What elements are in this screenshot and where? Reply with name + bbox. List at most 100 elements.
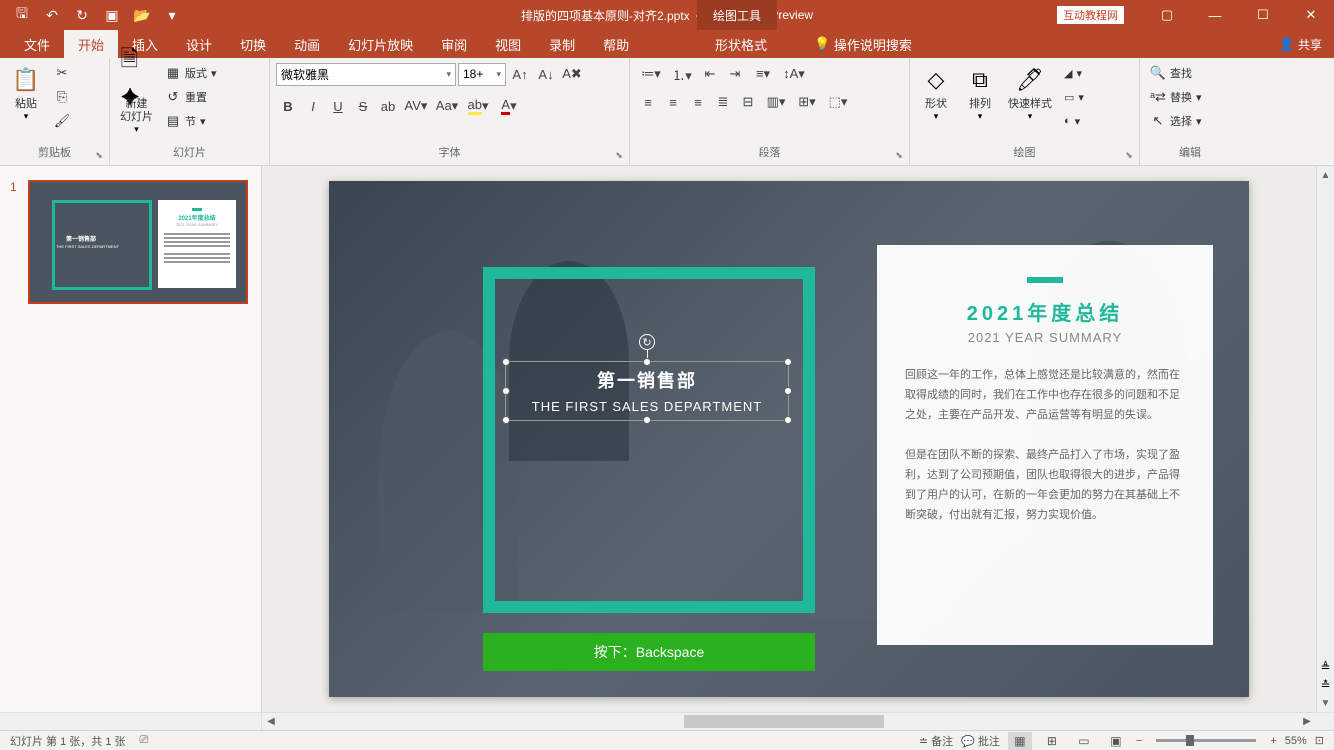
- tab-format[interactable]: 形状格式: [697, 30, 785, 58]
- scroll-left-icon[interactable]: ◀: [262, 713, 280, 730]
- tab-transitions[interactable]: 切换: [226, 30, 280, 58]
- cut-button[interactable]: ✂: [50, 62, 74, 84]
- columns-button[interactable]: ▥▾: [761, 90, 791, 114]
- align-right-icon[interactable]: ≡: [686, 90, 710, 114]
- prev-slide-icon[interactable]: ≜: [1317, 658, 1334, 676]
- scroll-right-icon[interactable]: ▶: [1298, 713, 1316, 730]
- share-button[interactable]: 👤 共享: [1279, 36, 1322, 53]
- next-slide-icon[interactable]: ≛: [1317, 676, 1334, 694]
- align-center-icon[interactable]: ≡: [661, 90, 685, 114]
- smartart-button[interactable]: ⬚▾: [823, 90, 853, 114]
- scroll-up-icon[interactable]: ▲: [1317, 166, 1334, 184]
- change-case-button[interactable]: Aa▾: [432, 94, 462, 118]
- reading-view-icon[interactable]: ▭: [1072, 732, 1096, 750]
- increase-font-icon[interactable]: A↑: [508, 62, 532, 86]
- redo-icon[interactable]: ↻: [68, 3, 96, 27]
- font-size-combo[interactable]: 18+▾: [458, 63, 506, 86]
- format-painter-button[interactable]: 🖌: [50, 110, 74, 132]
- decrease-font-icon[interactable]: A↓: [534, 62, 558, 86]
- sorter-view-icon[interactable]: ⊞: [1040, 732, 1064, 750]
- resize-handle[interactable]: [784, 387, 792, 395]
- align-text-button[interactable]: ⊞▾: [792, 90, 822, 114]
- resize-handle[interactable]: [643, 358, 651, 366]
- replace-button[interactable]: ᵃ⇄替换 ▾: [1146, 86, 1234, 108]
- reset-button[interactable]: ↺重置: [161, 86, 221, 108]
- green-frame-shape[interactable]: [483, 267, 815, 613]
- undo-icon[interactable]: ↶: [38, 3, 66, 27]
- line-spacing-button[interactable]: ≡▾: [748, 62, 778, 86]
- shadow-button[interactable]: ab: [376, 94, 400, 118]
- tab-help[interactable]: 帮助: [589, 30, 643, 58]
- resize-handle[interactable]: [502, 416, 510, 424]
- bold-button[interactable]: B: [276, 94, 300, 118]
- justify-icon[interactable]: ≣: [711, 90, 735, 114]
- tab-review[interactable]: 审阅: [427, 30, 481, 58]
- section-button[interactable]: ▤节 ▾: [161, 110, 221, 132]
- clear-formatting-icon[interactable]: A✖: [560, 62, 584, 86]
- save-icon[interactable]: 🖫: [8, 3, 36, 27]
- resize-handle[interactable]: [643, 416, 651, 424]
- horizontal-scrollbar[interactable]: ◀ ▶: [262, 713, 1316, 730]
- slideshow-view-icon[interactable]: ▣: [1104, 732, 1128, 750]
- paragraph-launcher-icon[interactable]: ⬊: [892, 148, 906, 162]
- close-icon[interactable]: ✕: [1288, 0, 1334, 30]
- char-spacing-button[interactable]: AV▾: [401, 94, 431, 118]
- shape-fill-button[interactable]: ◢▾: [1060, 62, 1088, 84]
- paste-button[interactable]: 📋 粘贴 ▾: [6, 62, 46, 144]
- tab-file[interactable]: 文件: [10, 30, 64, 58]
- drawing-launcher-icon[interactable]: ⬊: [1122, 148, 1136, 162]
- tab-record[interactable]: 录制: [535, 30, 589, 58]
- notes-button[interactable]: ≐ 备注: [919, 733, 953, 749]
- spellcheck-icon[interactable]: ⎚: [140, 734, 149, 747]
- resize-handle[interactable]: [784, 416, 792, 424]
- zoom-level[interactable]: 55%: [1285, 735, 1307, 747]
- selection-box[interactable]: ↻: [505, 361, 789, 421]
- resize-handle[interactable]: [502, 358, 510, 366]
- decrease-indent-icon[interactable]: ⇤: [698, 62, 722, 86]
- quick-styles-button[interactable]: 🖊快速样式▾: [1004, 62, 1056, 144]
- highlight-button[interactable]: ab▾: [463, 94, 493, 118]
- zoom-in-button[interactable]: +: [1270, 735, 1276, 747]
- italic-button[interactable]: I: [301, 94, 325, 118]
- shape-effects-button[interactable]: ◐▾: [1060, 110, 1088, 132]
- rotation-handle-icon[interactable]: ↻: [639, 334, 655, 350]
- scroll-thumb[interactable]: [684, 715, 884, 728]
- find-button[interactable]: 🔍查找: [1146, 62, 1234, 84]
- ribbon-options-icon[interactable]: ▢: [1144, 0, 1190, 30]
- slide-counter[interactable]: 幻灯片 第 1 张，共 1 张: [10, 733, 126, 749]
- tell-me[interactable]: 💡 操作说明搜索: [800, 30, 926, 58]
- tab-view[interactable]: 视图: [481, 30, 535, 58]
- copy-button[interactable]: ⎘: [50, 86, 74, 108]
- slide-canvas[interactable]: 第一销售部 THE FIRST SALES DEPARTMENT ↻ 2021年…: [262, 166, 1316, 712]
- qat-customize-icon[interactable]: ▾: [158, 3, 186, 27]
- font-name-combo[interactable]: 微软雅黑▾: [276, 63, 456, 86]
- normal-view-icon[interactable]: ▦: [1008, 732, 1032, 750]
- bullets-button[interactable]: ≔▾: [636, 62, 666, 86]
- vertical-scrollbar[interactable]: ▲ ≜ ≛ ▼: [1316, 166, 1334, 712]
- numbering-button[interactable]: ⒈▾: [667, 62, 697, 86]
- clipboard-launcher-icon[interactable]: ⬊: [92, 148, 106, 162]
- arrange-button[interactable]: ⧉排列▾: [960, 62, 1000, 144]
- underline-button[interactable]: U: [326, 94, 350, 118]
- scroll-down-icon[interactable]: ▼: [1317, 694, 1334, 712]
- increase-indent-icon[interactable]: ⇥: [723, 62, 747, 86]
- tab-animations[interactable]: 动画: [280, 30, 334, 58]
- maximize-icon[interactable]: ☐: [1240, 0, 1286, 30]
- zoom-out-button[interactable]: −: [1136, 735, 1142, 747]
- resize-handle[interactable]: [784, 358, 792, 366]
- zoom-slider[interactable]: [1156, 739, 1256, 742]
- start-from-beginning-icon[interactable]: ▣: [98, 3, 126, 27]
- minimize-icon[interactable]: —: [1192, 0, 1238, 30]
- layout-button[interactable]: ▦版式 ▾: [161, 62, 221, 84]
- summary-card[interactable]: 2021年度总结 2021 YEAR SUMMARY 回顾这一年的工作，总体上感…: [877, 245, 1213, 645]
- font-color-button[interactable]: A▾: [494, 94, 524, 118]
- resize-handle[interactable]: [502, 387, 510, 395]
- fit-to-window-icon[interactable]: ⊡: [1315, 734, 1324, 747]
- shapes-button[interactable]: ◇形状▾: [916, 62, 956, 144]
- comments-button[interactable]: 💬 批注: [961, 733, 1000, 749]
- distribute-icon[interactable]: ⊟: [736, 90, 760, 114]
- text-direction-button[interactable]: ↕A▾: [779, 62, 809, 86]
- select-button[interactable]: ↖选择 ▾: [1146, 110, 1234, 132]
- tab-home[interactable]: 开始: [64, 30, 118, 58]
- tab-design[interactable]: 设计: [172, 30, 226, 58]
